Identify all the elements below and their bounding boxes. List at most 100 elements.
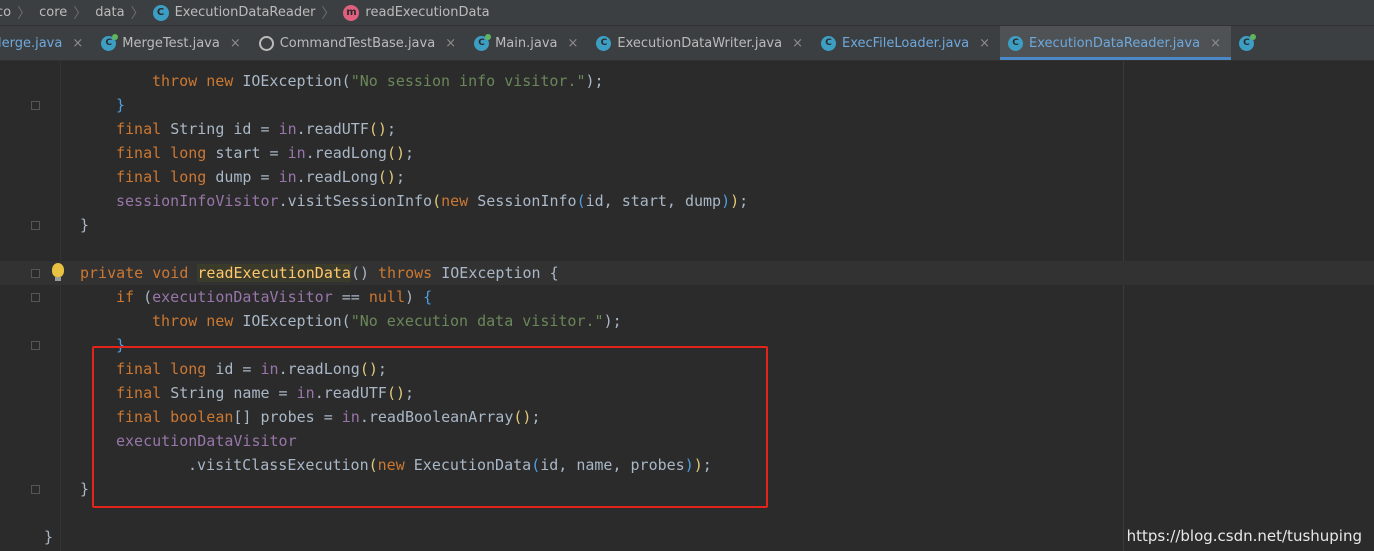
fold-marker-icon[interactable] [31, 485, 40, 494]
code-token: sessionInfoVisitor [116, 192, 279, 210]
tab-label: CommandTestBase.java [279, 35, 436, 51]
breadcrumb-item-data[interactable]: data 〉 [95, 0, 152, 25]
code-token: executionDataVisitor [152, 288, 333, 306]
code-token: throws [378, 264, 442, 282]
breadcrumb-item-co[interactable]: co 〉 [0, 0, 39, 25]
code-token: ( [576, 192, 586, 210]
code-token: .visitSessionInfo [278, 192, 433, 210]
code-token: ( [143, 288, 153, 306]
code-token: throw [152, 312, 207, 330]
code-token: null [368, 288, 405, 306]
code-text: } [44, 525, 53, 549]
code-token: readUTF [305, 120, 369, 138]
code-line[interactable]: final String id = in.readUTF(); [0, 117, 1374, 141]
code-token: IOException( [242, 312, 351, 330]
class-icon: C [152, 4, 169, 21]
code-token: in [287, 144, 306, 162]
chevron-right-icon: 〉 [321, 5, 336, 22]
code-text: throw new IOException("No session info v… [152, 69, 604, 93]
close-icon[interactable]: × [1210, 36, 1221, 51]
code-token: ) [405, 288, 424, 306]
lightbulb-icon[interactable] [52, 263, 64, 281]
highlight-annotation-box [92, 346, 768, 508]
close-icon[interactable]: × [979, 36, 990, 51]
close-icon[interactable]: × [72, 36, 83, 51]
tab-overflow[interactable]: C [1231, 26, 1270, 60]
code-token: in [278, 120, 297, 138]
tab-label: Main.java [495, 35, 558, 51]
chevron-right-icon: 〉 [17, 5, 32, 22]
tab-main[interactable]: C Main.java × [466, 26, 588, 60]
code-token: () [368, 120, 387, 138]
code-token: () [377, 168, 396, 186]
chevron-right-icon: 〉 [73, 5, 88, 22]
close-icon[interactable]: × [230, 36, 241, 51]
breadcrumb-label: ExecutionDataReader [174, 5, 316, 20]
code-token: . [296, 120, 306, 138]
tab-merge[interactable]: lerge.java × [0, 26, 93, 60]
java-class-icon: C [596, 35, 612, 51]
code-token: "No session info visitor." [350, 72, 586, 90]
java-test-class-icon: C [474, 33, 492, 51]
code-token: final long [116, 144, 216, 162]
code-text: throw new IOException("No execution data… [152, 309, 622, 333]
breadcrumb-label: core [39, 5, 68, 20]
code-token: if [116, 288, 144, 306]
code-line[interactable]: final long dump = in.readLong(); [0, 165, 1374, 189]
code-token: private void [80, 264, 198, 282]
code-line[interactable]: throw new IOException("No session info v… [0, 69, 1374, 93]
tab-label: MergeTest.java [122, 35, 220, 51]
code-token: == [332, 288, 369, 306]
method-icon: m [343, 4, 360, 21]
code-token: IOException( [242, 72, 351, 90]
fold-marker-icon[interactable] [31, 293, 40, 302]
tab-executiondatareader[interactable]: C ExecutionDataReader.java × [1000, 26, 1231, 60]
code-token: throw [152, 72, 207, 90]
code-line[interactable]: if (executionDataVisitor == null) { [0, 285, 1374, 309]
code-token: String id = [170, 120, 279, 138]
fold-marker-icon[interactable] [31, 269, 40, 278]
code-line[interactable]: } [0, 213, 1374, 237]
tab-label: ExecFileLoader.java [842, 35, 970, 51]
java-test-class-icon: C [1238, 33, 1256, 51]
code-text: } [80, 477, 89, 501]
tab-mergetest[interactable]: C MergeTest.java × [93, 26, 250, 60]
fold-marker-icon[interactable] [31, 101, 40, 110]
code-line[interactable]: private void readExecutionData() throws … [0, 261, 1374, 285]
tab-executiondatawriter[interactable]: C ExecutionDataWriter.java × [588, 26, 813, 60]
code-token: () [386, 144, 405, 162]
code-token: } [116, 96, 126, 114]
close-icon[interactable]: × [792, 36, 803, 51]
code-text: final long start = in.readLong(); [116, 141, 414, 165]
breadcrumb-item-core[interactable]: core 〉 [39, 0, 95, 25]
tab-label: ExecutionDataWriter.java [617, 35, 783, 51]
tab-execfileloader[interactable]: C ExecFileLoader.java × [813, 26, 1000, 60]
chevron-right-icon: 〉 [130, 5, 145, 22]
breadcrumb-item-method[interactable]: m readExecutionData [343, 0, 497, 25]
tab-commandtestbase[interactable]: CommandTestBase.java × [251, 26, 466, 60]
close-icon[interactable]: × [445, 36, 456, 51]
code-text: private void readExecutionData() throws … [80, 261, 559, 285]
breadcrumb-item-class[interactable]: C ExecutionDataReader 〉 [152, 0, 344, 25]
code-token: ); [585, 72, 604, 90]
code-line[interactable] [0, 237, 1374, 261]
code-token: new [441, 192, 478, 210]
code-token: IOException { [441, 264, 559, 282]
fold-marker-icon[interactable] [31, 221, 40, 230]
code-line[interactable]: final long start = in.readLong(); [0, 141, 1374, 165]
code-text: final long dump = in.readLong(); [116, 165, 405, 189]
code-line[interactable]: sessionInfoVisitor.visitSessionInfo(new … [0, 189, 1374, 213]
code-line[interactable]: throw new IOException("No execution data… [0, 309, 1374, 333]
code-token: ( [432, 192, 442, 210]
code-text: final String id = in.readUTF(); [116, 117, 396, 141]
java-class-icon: C [1008, 35, 1024, 51]
fold-marker-icon[interactable] [31, 341, 40, 350]
breadcrumb-label: readExecutionData [365, 5, 490, 20]
watermark: https://blog.csdn.net/tushuping [1126, 527, 1362, 545]
code-line[interactable]: } [0, 93, 1374, 117]
code-token: SessionInfo [477, 192, 577, 210]
code-editor[interactable]: throw new IOException("No session info v… [0, 61, 1374, 551]
close-icon[interactable]: × [568, 36, 579, 51]
code-token: ) [721, 192, 731, 210]
code-token: .readLong [296, 168, 378, 186]
